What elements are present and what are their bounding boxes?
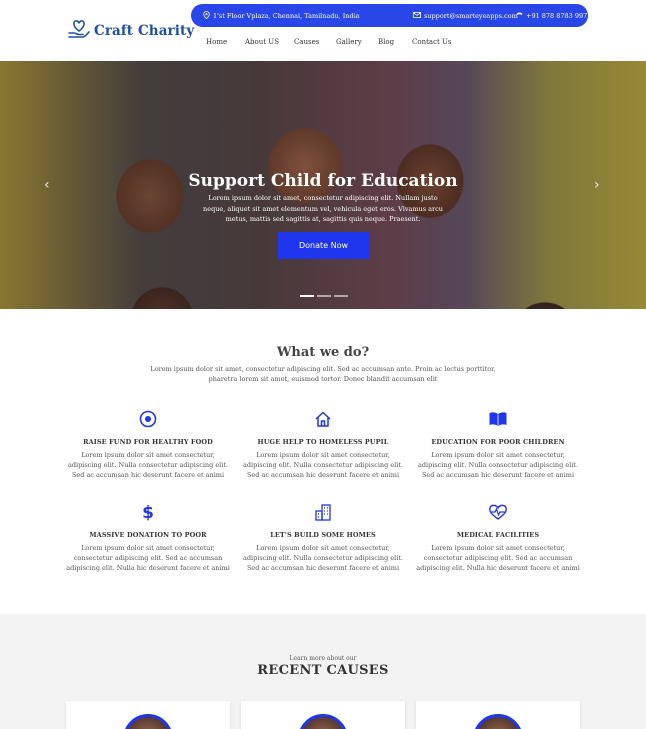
address-text: 1'st Floor Vplaza, Chennai, Tamilnadu, I… (213, 11, 360, 20)
feature-title: HUGE HELP TO HOMELESS PUPIL (257, 438, 389, 446)
feature-title: MEDICAL FACILITIES (456, 531, 540, 539)
email-text[interactable]: support@smarteyeapps.com (424, 12, 518, 20)
heartbeat-icon (488, 503, 508, 523)
map-pin-icon (203, 10, 210, 21)
feature-text: Lorem ipsum dolor sit amet consectetur, … (417, 451, 579, 479)
feature-card: EDUCATION FOR POOR CHILDREN Lorem ipsum … (415, 410, 581, 480)
slider-dot[interactable] (300, 295, 314, 297)
dollar-icon: $ (142, 503, 154, 523)
nav-gallery[interactable]: Gallery (336, 38, 362, 46)
brand-name: Craft Charity (94, 23, 195, 39)
slider-dot[interactable] (334, 295, 348, 297)
nav-contact[interactable]: Contact Us (412, 38, 452, 46)
site-header: Craft Charity 1'st Floor Vplaza, Chennai… (0, 0, 646, 61)
feature-text: Lorem ipsum dolor sit amet consectetur, … (66, 544, 230, 572)
feature-card: $ MASSIVE DONATION TO POOR Lorem ipsum d… (65, 503, 231, 573)
email-item[interactable]: support@smarteyeapps.com (413, 12, 518, 20)
home-icon (314, 410, 332, 430)
donate-button[interactable]: Donate Now (278, 232, 369, 259)
slider-dots (300, 295, 348, 297)
section-title: What we do? (276, 345, 370, 360)
buildings-icon (314, 503, 332, 523)
feature-text: Lorem ipsum dolor sit amet consectetur, … (242, 451, 404, 479)
nav-blog[interactable]: Blog (378, 38, 394, 46)
feature-title: RAISE FUND FOR HEALTHY FOOD (83, 438, 213, 446)
nav-causes[interactable]: Causes (294, 38, 319, 46)
cause-card[interactable] (241, 701, 405, 729)
section-subtitle: Lorem ipsum dolor sit amet, consectetur … (150, 365, 496, 383)
main-nav: Home About US Causes Gallery Blog Contac… (0, 38, 646, 50)
target-icon (139, 410, 157, 430)
address-item: 1'st Floor Vplaza, Chennai, Tamilnadu, I… (203, 10, 360, 21)
phone-item[interactable]: +91 878 8783 997 (516, 12, 587, 20)
slider-dot[interactable] (317, 295, 331, 297)
feature-title: MASSIVE DONATION TO POOR (89, 531, 207, 539)
hero-text: Lorem ipsum dolor sit amet, consectetur … (203, 194, 443, 223)
cause-card[interactable] (416, 701, 580, 729)
feature-title: LET'S BUILD SOME HOMES (270, 531, 376, 539)
feature-text: Lorem ipsum dolor sit amet consectetur, … (242, 544, 404, 572)
causes-kicker: Learn more about our (289, 655, 357, 662)
cause-card[interactable] (66, 701, 230, 729)
feature-card: LET'S BUILD SOME HOMES Lorem ipsum dolor… (240, 503, 406, 573)
feature-title: EDUCATION FOR POOR CHILDREN (431, 438, 565, 446)
cause-image (473, 714, 523, 729)
feature-card: MEDICAL FACILITIES Lorem ipsum dolor sit… (415, 503, 581, 573)
feature-card: RAISE FUND FOR HEALTHY FOOD Lorem ipsum … (65, 410, 231, 480)
contact-topbar: 1'st Floor Vplaza, Chennai, Tamilnadu, I… (191, 4, 588, 27)
cause-image (298, 714, 348, 729)
hero-slider: ‹ › Support Child for Education Lorem ip… (0, 61, 646, 309)
phone-text[interactable]: +91 878 8783 997 (526, 12, 587, 20)
nav-home[interactable]: Home (206, 38, 227, 46)
feature-card: HUGE HELP TO HOMELESS PUPIL Lorem ipsum … (240, 410, 406, 480)
nav-about[interactable]: About US (245, 38, 279, 46)
feature-text: Lorem ipsum dolor sit amet consectetur, … (416, 544, 580, 572)
hero-title: Support Child for Education (188, 171, 458, 191)
cause-image (123, 714, 173, 729)
feature-text: Lorem ipsum dolor sit amet consectetur, … (67, 451, 229, 479)
phone-icon (516, 12, 523, 20)
book-icon (488, 410, 508, 430)
causes-title: RECENT CAUSES (257, 663, 389, 678)
svg-text:$: $ (142, 503, 154, 521)
mail-icon (413, 11, 421, 20)
